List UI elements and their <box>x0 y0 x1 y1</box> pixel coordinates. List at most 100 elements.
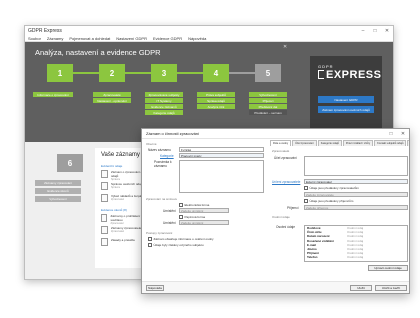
step-2-tile[interactable]: 2 <box>99 64 125 82</box>
dialog-title: Záznam o činnosti zpracování <box>146 131 200 136</box>
personal-data-label: Osobní údaje <box>276 225 295 229</box>
menu-item-settings[interactable]: Nastavení GDPR <box>116 36 147 41</box>
step-6-tile[interactable]: 6 <box>57 154 83 172</box>
brand-panel: GDPR EXPRESS Nastavení GDPR Záznam zprac… <box>310 56 382 138</box>
record-role: Zpracovatel <box>111 230 125 233</box>
description-textarea[interactable] <box>179 160 264 193</box>
name-label: Název záznamu <box>148 148 171 152</box>
document-icon <box>101 214 108 222</box>
step-connector <box>73 72 99 74</box>
step-2-button[interactable]: Nastavení - oprávnění <box>93 98 131 103</box>
document-icon <box>101 170 108 178</box>
maximize-button[interactable]: □ <box>385 131 397 137</box>
place2-input[interactable]: Zadejte umístění <box>179 220 229 225</box>
step-4-button[interactable]: Práva subjektů <box>197 92 235 97</box>
menu-item-file[interactable]: Soubor <box>28 36 41 41</box>
document-icon <box>101 182 108 190</box>
close-button[interactable]: ✕ <box>381 28 393 34</box>
save-close-button[interactable]: Uložit a zavřít <box>375 285 407 291</box>
step-5-button[interactable]: Vyhodnocení <box>249 92 287 97</box>
section-other: Postupy zpracování <box>146 231 173 235</box>
maximize-button[interactable]: □ <box>369 28 381 34</box>
minimize-button[interactable]: – <box>357 28 369 34</box>
panel-close-icon[interactable]: ✕ <box>283 44 287 50</box>
recipient-label: Příjemci <box>287 206 299 210</box>
checkbox-box <box>179 215 183 219</box>
tab-legal[interactable]: Právní základ / Lhůty <box>342 140 374 146</box>
records-group-head: Evidenční údaje <box>101 164 123 168</box>
checkbox-box <box>179 203 183 207</box>
recipients-checkbox[interactable]: Údaje jsou předávány příjemcům <box>304 199 353 203</box>
section-general: Obecné <box>146 142 157 146</box>
place2-label: Umístění <box>163 221 176 225</box>
step-3-tile[interactable]: 3 <box>151 64 177 82</box>
verify-checkbox[interactable]: Záznam obsahuje informace o ověření osob… <box>148 237 214 241</box>
record-dialog: Záznam o činnosti zpracování □ ✕ Obecné … <box>141 128 410 294</box>
step-5-button[interactable]: Příjemci <box>249 98 287 103</box>
place-input[interactable]: Zadejte umístění <box>179 208 229 213</box>
checkbox-label: Údaje jsou předávány příjemcům <box>309 199 354 203</box>
step-3-button[interactable]: IT Systémy <box>145 98 183 103</box>
recipient-input[interactable]: Zadejte příjemce <box>304 205 408 210</box>
processors-checkbox[interactable]: Údaje jsou předávány zpracovatelům <box>304 186 359 190</box>
logo-mark-icon <box>318 70 324 79</box>
menu-item-records[interactable]: Záznamy <box>47 36 63 41</box>
checkbox-box <box>148 243 152 247</box>
edit-personal-data-button[interactable]: Upravit osobní údaje <box>368 265 408 271</box>
dialog-footer: Nápověda Uložit Uložit a zavřít <box>142 281 409 293</box>
step-4-button[interactable]: Analýza rizik <box>197 104 235 109</box>
step-3-button[interactable]: Evidence záznamů <box>145 104 183 109</box>
step-3-button[interactable]: Zpracovávané subjekty <box>145 92 183 97</box>
step-5-tile[interactable]: 5 <box>255 64 281 82</box>
save-button[interactable]: Uložit <box>350 285 372 291</box>
tab-it[interactable]: IT <box>407 140 409 146</box>
processor-select[interactable]: Externí zpracovatel <box>304 179 408 184</box>
step-1-tile[interactable]: 1 <box>47 64 73 82</box>
gdpr-settings-button[interactable]: Nastavení GDPR <box>318 96 374 103</box>
step-5-button[interactable]: Předávání – seznam <box>249 110 287 115</box>
close-button[interactable]: ✕ <box>397 131 409 137</box>
other-source-checkbox[interactable]: Údaje byly získány od jiného subjektu <box>148 243 204 247</box>
processor-link[interactable]: Určení zpracovatele <box>272 180 300 184</box>
side-button[interactable]: Evidence úkonů <box>35 188 81 194</box>
help-button[interactable]: Nápověda <box>146 285 164 291</box>
step-connector <box>125 72 151 74</box>
records-group-head: Evidence úkonů (8) <box>101 208 127 212</box>
checkbox-box <box>304 186 308 190</box>
record-role: Správce <box>111 186 121 189</box>
menu-item-evidence[interactable]: Evidence GDPR <box>153 36 182 41</box>
document-icon <box>101 194 108 202</box>
tab-contact[interactable]: Kontakt subjektů údajů <box>374 140 407 146</box>
step-3-button[interactable]: Kategorie údajů <box>145 110 183 115</box>
step-4-button[interactable]: Správa údajů <box>197 98 235 103</box>
step-5-button[interactable]: Předávání dat <box>249 104 287 109</box>
processing-record-button[interactable]: Záznam zpracování osobních údajů <box>318 106 374 113</box>
category-link[interactable]: Kategorie <box>160 154 174 158</box>
personal-data-list[interactable]: Rodičové Osobní údaj Číslo účtu Osobní úda… <box>304 225 408 262</box>
side-button[interactable]: Záznamy zpracování <box>35 180 81 186</box>
menu-item-find[interactable]: Pojmenovat a dohledat <box>69 36 110 41</box>
desktop: GDPR Express – □ ✕ Soubor Záznamy Pojmen… <box>0 0 420 318</box>
checkbox-box <box>304 199 308 203</box>
tab-roles[interactable]: Role a osoby <box>270 140 292 146</box>
processors-input[interactable]: Zadejte zpracovatele <box>304 192 408 197</box>
side-button[interactable]: Vyhodnocení <box>35 196 81 202</box>
purpose-label: Účel zpracování <box>274 156 297 160</box>
checkbox-label: Elektronická forma <box>184 203 210 207</box>
document-icon <box>101 226 108 234</box>
step-4-tile[interactable]: 4 <box>203 64 229 82</box>
tab-purpose[interactable]: Účel zpracování <box>292 140 317 146</box>
electronic-form-checkbox[interactable]: Elektronická forma <box>179 203 209 207</box>
purpose-textarea[interactable] <box>304 156 408 176</box>
brand-logo: EXPRESS <box>326 69 382 81</box>
paper-form-checkbox[interactable]: Papírová forma <box>179 215 205 219</box>
tab-categories[interactable]: Kategorie údajů <box>317 140 342 146</box>
name-input[interactable]: Fyzické <box>179 147 264 152</box>
section-processors: Zpracovatelé <box>272 149 290 153</box>
step-1-button[interactable]: Informace o zpracování <box>33 92 73 97</box>
category-select[interactable]: Pracovní úvazy <box>179 153 264 158</box>
list-item[interactable]: Telefon Osobní údaj <box>305 255 407 259</box>
menu-item-help[interactable]: Nápověda <box>188 36 206 41</box>
page-title: Analýza, nastavení a evidence GDPR <box>35 48 161 57</box>
step-2-button[interactable]: Zpracovatelé <box>93 92 131 97</box>
